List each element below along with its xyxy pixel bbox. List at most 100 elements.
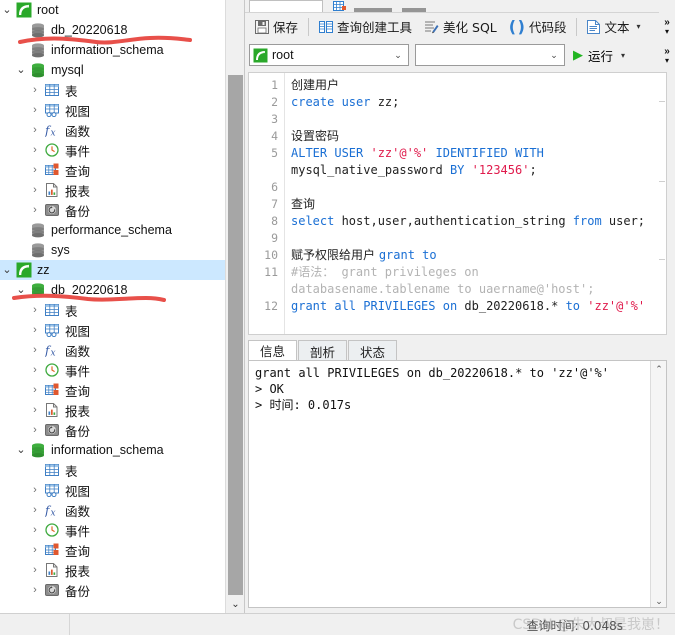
- tree-node[interactable]: › 事件: [0, 520, 226, 540]
- tree-node[interactable]: › 备份: [0, 420, 226, 440]
- chevron-right-icon[interactable]: ›: [28, 424, 42, 436]
- tree-node[interactable]: › 表: [0, 80, 226, 100]
- chevron-down-icon[interactable]: ⌄: [14, 284, 28, 296]
- chevron-right-icon[interactable]: ›: [28, 344, 42, 356]
- chevron-right-icon[interactable]: ›: [28, 144, 42, 156]
- toolbar-overflow-row-2[interactable]: » ▾: [659, 41, 675, 70]
- view-icon: [42, 323, 62, 337]
- code-token: grant all PRIVILEGES: [291, 299, 443, 313]
- sidebar-scrollbar[interactable]: ⌄: [225, 0, 244, 613]
- chevron-right-icon[interactable]: ›: [28, 124, 42, 136]
- document-tabstrip[interactable]: [245, 0, 675, 12]
- query-builder-button[interactable]: 查询创建工具: [313, 16, 418, 38]
- line-number-gutter: 1 2 3 4 5 6 7 8 9 10 11 12: [249, 73, 285, 334]
- chevron-down-icon[interactable]: ▾: [665, 56, 669, 65]
- tree-node[interactable]: db_20220618: [0, 20, 226, 40]
- save-button[interactable]: 保存: [249, 16, 304, 38]
- double-chevron-icon[interactable]: »: [664, 17, 670, 27]
- chevron-down-icon[interactable]: ⌄: [390, 50, 406, 61]
- tree-node[interactable]: performance_schema: [0, 220, 226, 240]
- chevron-down-icon[interactable]: ▾: [637, 22, 641, 31]
- chevron-right-icon[interactable]: ›: [28, 484, 42, 496]
- chevron-down-icon[interactable]: ▾: [621, 51, 625, 60]
- sql-editor[interactable]: 1 2 3 4 5 6 7 8 9 10 11 12 创建用户 create user zz; 设置密码…: [248, 72, 667, 335]
- double-chevron-icon[interactable]: »: [664, 46, 670, 56]
- tree-node[interactable]: ⌄ zz: [0, 260, 226, 280]
- editor-scrollbar[interactable]: [658, 73, 666, 334]
- chevron-right-icon[interactable]: ›: [28, 84, 42, 96]
- tree-node[interactable]: › 查询: [0, 160, 226, 180]
- tree-node[interactable]: › f x 函数: [0, 500, 226, 520]
- chevron-right-icon[interactable]: ›: [28, 404, 42, 416]
- tree-node[interactable]: › 报表: [0, 180, 226, 200]
- tree-node[interactable]: ⌄ root: [0, 0, 226, 20]
- chevron-right-icon[interactable]: ›: [28, 524, 42, 536]
- query-builder-icon: [319, 20, 334, 33]
- connection-select[interactable]: root ⌄: [249, 44, 409, 66]
- run-button[interactable]: ▶ 运行 ▾: [573, 46, 625, 65]
- text-view-button[interactable]: 文本 ▾: [581, 16, 646, 38]
- chevron-right-icon[interactable]: ›: [28, 324, 42, 336]
- chevron-right-icon[interactable]: ›: [28, 184, 42, 196]
- tree-node[interactable]: › 报表: [0, 560, 226, 580]
- result-tab[interactable]: 剖析: [298, 340, 348, 361]
- tree-node-label: 报表: [65, 403, 91, 419]
- tree-node[interactable]: ⌄ mysql: [0, 60, 226, 80]
- beautify-sql-button[interactable]: 美化 SQL: [418, 16, 503, 38]
- tree-node[interactable]: › 视图: [0, 100, 226, 120]
- code-snippet-button[interactable]: ( ) 代码段: [503, 16, 573, 38]
- sidebar-scrollbar-thumb[interactable]: [228, 75, 243, 595]
- result-scroll-up-button[interactable]: ⌃: [651, 361, 666, 377]
- chevron-right-icon[interactable]: ›: [28, 304, 42, 316]
- code-line: 查询: [291, 196, 315, 213]
- query-builder-label: 查询创建工具: [337, 20, 413, 35]
- chevron-down-icon[interactable]: ▾: [665, 27, 669, 36]
- database-select[interactable]: ⌄: [415, 44, 565, 66]
- result-tabs[interactable]: 信息 剖析 状态: [248, 340, 667, 361]
- result-scrollbar[interactable]: ⌃ ⌄: [650, 361, 666, 607]
- chevron-right-icon[interactable]: ›: [28, 564, 42, 576]
- chevron-right-icon[interactable]: ›: [28, 544, 42, 556]
- tree-node[interactable]: ⌄ information_schema: [0, 440, 226, 460]
- tree-node[interactable]: › f x 函数: [0, 340, 226, 360]
- chevron-down-icon[interactable]: ⌄: [14, 444, 28, 456]
- tree-node[interactable]: › 事件: [0, 140, 226, 160]
- chevron-right-icon[interactable]: ›: [28, 204, 42, 216]
- result-tab[interactable]: 状态: [348, 340, 398, 361]
- chevron-down-icon[interactable]: ⌄: [0, 264, 14, 276]
- chevron-right-icon[interactable]: ›: [28, 384, 42, 396]
- code-token: ALTER USER: [291, 146, 371, 160]
- chevron-right-icon[interactable]: ›: [28, 584, 42, 596]
- chevron-down-icon[interactable]: ⌄: [14, 64, 28, 76]
- chevron-right-icon[interactable]: ›: [28, 164, 42, 176]
- chevron-down-icon[interactable]: ⌄: [0, 4, 14, 16]
- connection-icon: [253, 48, 268, 62]
- tree-node[interactable]: › 备份: [0, 580, 226, 600]
- result-scroll-down-button[interactable]: ⌄: [651, 593, 666, 607]
- sidebar-scroll-down-button[interactable]: ⌄: [226, 595, 244, 613]
- tree-node[interactable]: › 查询: [0, 540, 226, 560]
- connection-tree[interactable]: ⌄ root db_20220618 information_schema ⌄ mysql…: [0, 0, 226, 600]
- chevron-down-icon[interactable]: ⌄: [546, 50, 562, 61]
- result-tab[interactable]: 信息: [248, 340, 298, 361]
- tree-node-label: 事件: [65, 363, 91, 379]
- save-icon: [255, 19, 269, 34]
- tree-node[interactable]: › 视图: [0, 320, 226, 340]
- tree-node[interactable]: ⌄ db_20220618: [0, 280, 226, 300]
- toolbar-overflow-row-1[interactable]: » ▾: [659, 12, 675, 41]
- tree-node[interactable]: › 表: [0, 300, 226, 320]
- tree-node[interactable]: › f x 函数: [0, 120, 226, 140]
- chevron-right-icon[interactable]: ›: [28, 504, 42, 516]
- tree-node[interactable]: › 视图: [0, 480, 226, 500]
- document-tab[interactable]: [249, 0, 323, 12]
- tree-node[interactable]: information_schema: [0, 40, 226, 60]
- tree-node[interactable]: › 备份: [0, 200, 226, 220]
- navicat-window: ⌄ root db_20220618 information_schema ⌄ mysql…: [0, 0, 675, 635]
- tree-node[interactable]: › 报表: [0, 400, 226, 420]
- chevron-right-icon[interactable]: ›: [28, 364, 42, 376]
- tree-node[interactable]: › 查询: [0, 380, 226, 400]
- tree-node[interactable]: › 事件: [0, 360, 226, 380]
- tree-node[interactable]: sys: [0, 240, 226, 260]
- chevron-right-icon[interactable]: ›: [28, 104, 42, 116]
- tree-node[interactable]: 表: [0, 460, 226, 480]
